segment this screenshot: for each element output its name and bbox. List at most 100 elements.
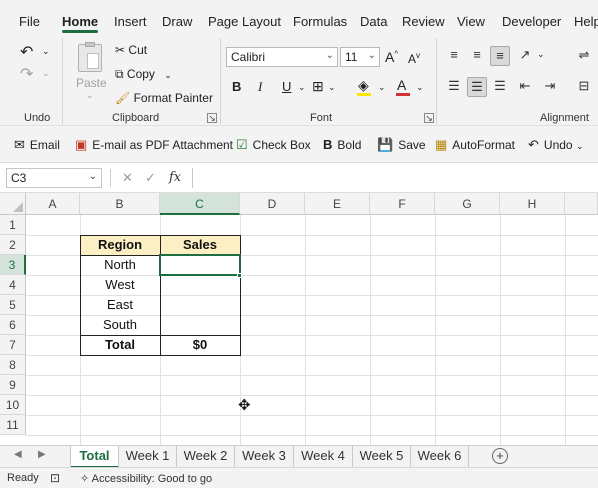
fill-color-dropdown-icon[interactable]: ⌄ — [378, 82, 386, 93]
sheet-tab-week-5[interactable]: Week 5 — [353, 446, 411, 468]
row-header-3[interactable]: 3 — [0, 255, 26, 275]
clipboard-launcher-icon[interactable]: ↘ — [207, 113, 217, 123]
sheet-tab-week-1[interactable]: Week 1 — [119, 446, 177, 468]
bottom-align-icon[interactable]: ≡ — [490, 46, 510, 66]
orientation-icon[interactable]: ↗ — [515, 46, 535, 66]
font-launcher-icon[interactable]: ↘ — [424, 113, 434, 123]
save-button[interactable]: 💾 Save — [377, 137, 426, 153]
enter-icon[interactable]: ✓ — [145, 170, 156, 186]
menu-tab-help[interactable]: Help — [574, 14, 598, 29]
wrap-text-icon[interactable]: ⇌ — [574, 46, 594, 66]
sheet-tab-total[interactable]: Total — [71, 446, 119, 468]
ribbon-separator — [436, 38, 437, 124]
font-color-button[interactable]: A — [397, 77, 406, 93]
undo-qat-dropdown-icon[interactable]: ⌄ — [576, 141, 584, 151]
column-header-b[interactable]: B — [80, 193, 160, 215]
bold-button[interactable]: B — [232, 79, 241, 94]
shrink-font-button[interactable]: Av — [408, 51, 420, 66]
row-header-1[interactable]: 1 — [0, 215, 26, 235]
font-size-box[interactable]: 11 ⌄ — [340, 47, 380, 67]
row-header-6[interactable]: 6 — [0, 315, 26, 335]
column-header-a[interactable]: A — [26, 193, 80, 215]
menu-tab-formulas[interactable]: Formulas — [293, 14, 347, 29]
undo-icon[interactable]: ↶ — [20, 42, 33, 62]
email-pdf-button[interactable]: ▣ E-mail as PDF Attachment — [75, 137, 233, 153]
sheet-tab-week-3[interactable]: Week 3 — [235, 446, 294, 468]
font-color-dropdown-icon[interactable]: ⌄ — [416, 82, 424, 93]
worksheet-grid[interactable]: A B C D E F G H 1 2 3 4 5 6 7 8 9 10 11 … — [0, 193, 598, 445]
menu-tab-review[interactable]: Review — [402, 14, 445, 29]
copy-dropdown-icon[interactable]: ⌄ — [164, 70, 172, 80]
menu-tab-page-layout[interactable]: Page Layout — [208, 14, 281, 29]
merge-center-icon[interactable]: ⊟ — [574, 77, 594, 97]
undo-dropdown-icon[interactable]: ⌄ — [42, 46, 50, 57]
menu-tab-insert[interactable]: Insert — [114, 14, 147, 29]
name-box[interactable]: C3 ⌄ — [6, 168, 102, 188]
format-painter-button[interactable]: 🖌 Format Painter — [115, 91, 213, 105]
column-header-i[interactable] — [565, 193, 598, 215]
paste-dropdown-icon[interactable]: ⌄ — [86, 90, 94, 101]
sheet-tab-week-6[interactable]: Week 6 — [411, 446, 469, 468]
paste-button[interactable]: Paste — [76, 76, 107, 90]
row-header-11[interactable]: 11 — [0, 415, 26, 435]
paste-icon[interactable] — [78, 42, 102, 72]
borders-icon[interactable]: ⊞ — [312, 78, 324, 95]
formula-input[interactable] — [192, 168, 598, 188]
cut-button[interactable]: ✂ Cut — [115, 43, 147, 57]
font-name-box[interactable]: Calibri ⌄ — [226, 47, 338, 67]
menu-tab-developer[interactable]: Developer — [502, 14, 561, 29]
column-header-e[interactable]: E — [305, 193, 370, 215]
gridline — [435, 215, 436, 445]
column-header-d[interactable]: D — [240, 193, 305, 215]
middle-align-icon[interactable]: ≡ — [467, 46, 487, 66]
row-header-5[interactable]: 5 — [0, 295, 26, 315]
align-right-icon[interactable]: ☰ — [490, 77, 510, 97]
undo-qat-button[interactable]: ↶ Undo ⌄ — [528, 137, 583, 153]
select-all-corner[interactable] — [0, 193, 26, 215]
add-sheet-button[interactable]: + — [492, 448, 508, 464]
row-header-7[interactable]: 7 — [0, 335, 26, 355]
cancel-icon[interactable]: ✕ — [122, 170, 133, 186]
row-header-9[interactable]: 9 — [0, 375, 26, 395]
menu-tab-file[interactable]: File — [19, 14, 40, 29]
column-header-c[interactable]: C — [160, 193, 240, 215]
column-header-h[interactable]: H — [500, 193, 565, 215]
check-box-button[interactable]: ☑ Check Box — [236, 137, 311, 153]
underline-button[interactable]: U — [282, 79, 291, 94]
accessibility-button[interactable]: ✧ Accessibility: Good to go — [80, 472, 212, 485]
align-center-icon[interactable]: ☰ — [467, 77, 487, 97]
menu-tab-home[interactable]: Home — [62, 14, 98, 29]
align-left-icon[interactable]: ☰ — [444, 77, 464, 97]
row-header-8[interactable]: 8 — [0, 355, 26, 375]
insert-function-icon[interactable]: fx — [169, 170, 181, 185]
email-button[interactable]: ✉ Email — [14, 137, 60, 153]
fill-color-icon[interactable]: ◈ — [358, 77, 369, 94]
scroll-right-icon[interactable]: ▶ — [38, 449, 46, 460]
row-header-4[interactable]: 4 — [0, 275, 26, 295]
italic-button[interactable]: I — [258, 79, 262, 95]
scroll-left-icon[interactable]: ◀ — [14, 449, 22, 460]
menu-tab-view[interactable]: View — [457, 14, 485, 29]
orientation-dropdown-icon[interactable]: ⌄ — [537, 49, 545, 60]
grow-font-button[interactable]: A^ — [385, 49, 398, 65]
macro-recording-icon[interactable]: ⊡ — [50, 471, 60, 485]
bold-qat-button[interactable]: B Bold — [323, 137, 361, 152]
menu-tab-data[interactable]: Data — [360, 14, 387, 29]
top-align-icon[interactable]: ≡ — [444, 46, 464, 66]
column-header-f[interactable]: F — [370, 193, 435, 215]
decrease-indent-icon[interactable]: ⇤ — [515, 77, 535, 97]
column-header-g[interactable]: G — [435, 193, 500, 215]
increase-indent-icon[interactable]: ⇥ — [540, 77, 560, 97]
borders-dropdown-icon[interactable]: ⌄ — [328, 82, 336, 93]
formula-bar: C3 ⌄ ✕ ✓ fx — [0, 163, 598, 193]
sheet-tab-week-4[interactable]: Week 4 — [294, 446, 353, 468]
copy-button[interactable]: ⧉ Copy ⌄ — [115, 67, 172, 82]
underline-dropdown-icon[interactable]: ⌄ — [298, 82, 306, 93]
active-cell-selection[interactable] — [159, 254, 241, 276]
row-header-10[interactable]: 10 — [0, 395, 26, 415]
fill-handle[interactable] — [237, 273, 242, 278]
row-header-2[interactable]: 2 — [0, 235, 26, 255]
menu-tab-draw[interactable]: Draw — [162, 14, 192, 29]
sheet-tab-week-2[interactable]: Week 2 — [177, 446, 235, 468]
autoformat-button[interactable]: ▦ AutoFormat — [435, 137, 515, 153]
